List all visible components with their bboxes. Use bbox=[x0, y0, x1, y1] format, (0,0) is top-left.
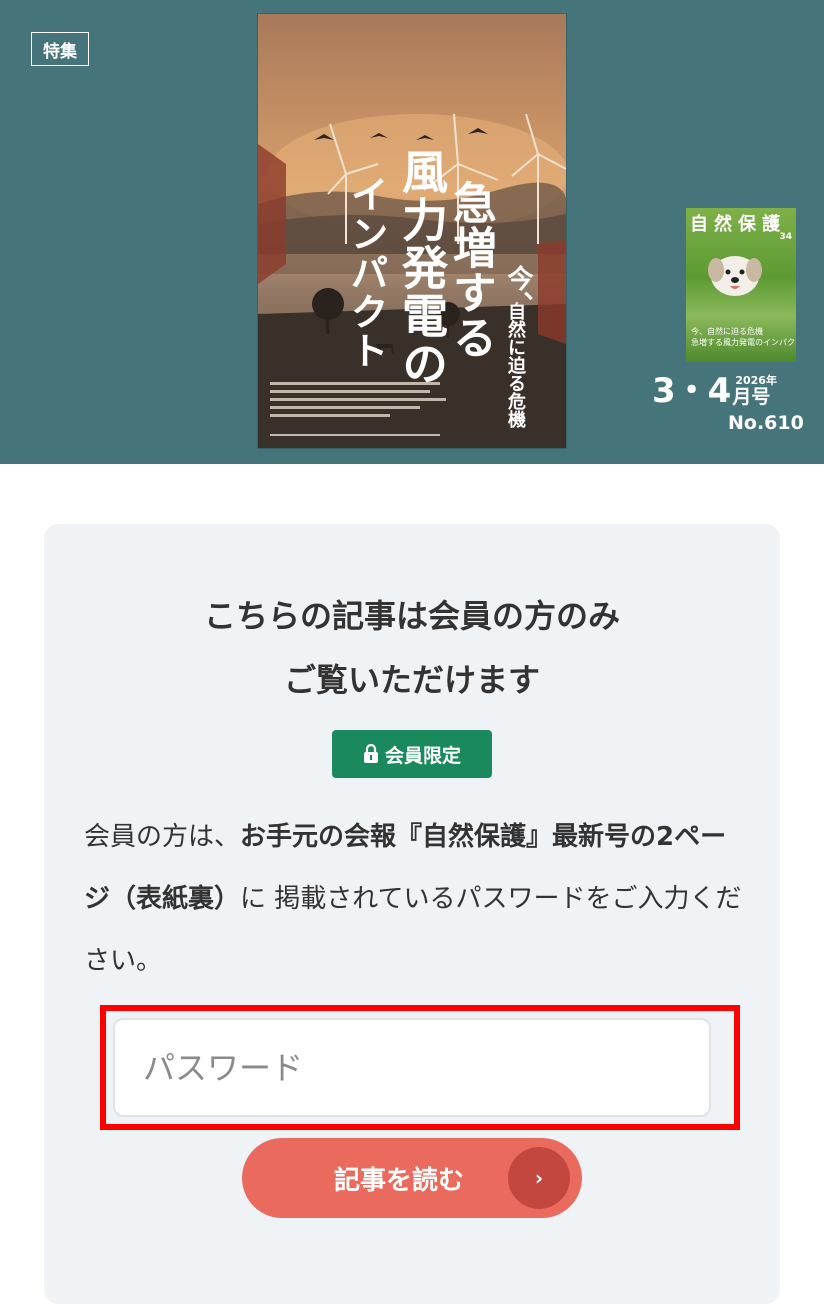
issue-year: 2026年 bbox=[735, 374, 777, 387]
members-only-badge: 会員限定 bbox=[332, 730, 492, 778]
mini-cover-number: 34 bbox=[779, 232, 792, 242]
cover-title-line-3: インパクト bbox=[344, 175, 389, 370]
cover-subtitle-2: 自然に迫る危機 bbox=[505, 302, 526, 428]
current-issue-cover: 自然保護 34 今、自然に迫る危機 急増する風力発電のインパクト bbox=[686, 208, 796, 362]
cover-title-line-1: 急増する bbox=[445, 180, 496, 360]
magazine-cover: 風力発電の 急増する インパクト 今、 自然に迫る危機 bbox=[258, 14, 566, 448]
lock-icon bbox=[363, 744, 378, 763]
hero-banner: 特集 風力発電の 急増する インパクト 今、 自然に迫る危機 自然保護 34 今… bbox=[0, 0, 824, 464]
mini-cover-title: 自然保護 bbox=[690, 214, 786, 235]
read-article-button[interactable]: 記事を読む › bbox=[242, 1138, 582, 1218]
password-input[interactable] bbox=[113, 1018, 711, 1117]
issue-label: 3・4 2026年 月号 bbox=[652, 374, 777, 408]
issue-months: 3・4 bbox=[652, 371, 731, 411]
issue-number: No.610 bbox=[728, 412, 804, 434]
mini-cover-caption: 今、自然に迫る危機 急増する風力発電のインパクト bbox=[691, 327, 796, 347]
issue-month-suffix: 月号 bbox=[732, 386, 771, 408]
password-instructions: 会員の方は、お手元の会報『自然保護』最新号の2ページ（表紙裏）に 掲載されている… bbox=[84, 822, 742, 976]
dog-photo-icon bbox=[708, 256, 762, 296]
chevron-right-icon: › bbox=[508, 1147, 570, 1209]
feature-tag: 特集 bbox=[31, 32, 89, 66]
members-only-heading: こちらの記事は会員の方のみ ご覧いただけます bbox=[203, 597, 620, 699]
